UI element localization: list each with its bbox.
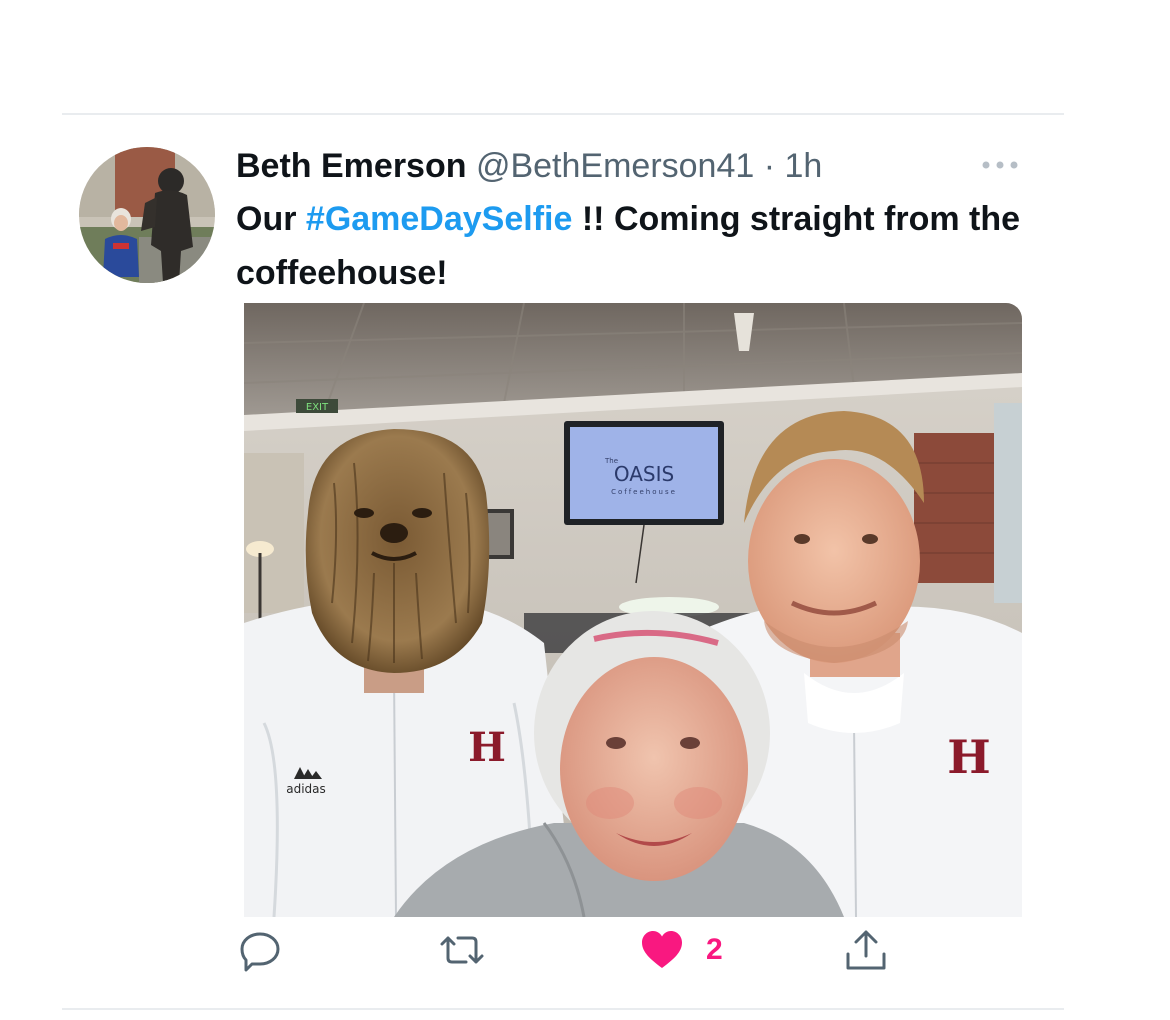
tweet-text-start: Our xyxy=(236,200,306,238)
reply-icon xyxy=(240,932,280,972)
avatar[interactable] xyxy=(79,147,215,283)
top-divider xyxy=(62,113,1064,115)
separator-dot: · xyxy=(763,147,776,185)
timestamp[interactable]: 1h xyxy=(785,147,823,185)
retweet-button[interactable] xyxy=(438,926,486,974)
share-button[interactable] xyxy=(842,926,890,974)
retweet-icon xyxy=(440,936,484,964)
tweet-header: Beth Emerson @BethEmerson41 · 1h xyxy=(236,143,822,189)
left-jacket-brand: adidas xyxy=(286,782,326,796)
more-horizontal-icon xyxy=(982,161,1018,169)
left-jacket-logo: H xyxy=(468,724,506,771)
bottom-divider xyxy=(62,1008,1064,1010)
like-button[interactable]: 2 xyxy=(640,926,723,974)
right-jacket-logo: H xyxy=(947,730,990,784)
author-handle[interactable]: @BethEmerson41 xyxy=(476,147,754,185)
tv-brand-sub: Coffeehouse xyxy=(611,488,677,496)
selfie-photo: EXIT The OASIS Coffeehouse H adidas H xyxy=(244,303,1022,917)
tv-brand: OASIS xyxy=(614,462,674,486)
reply-button[interactable] xyxy=(238,926,282,974)
share-icon xyxy=(846,930,886,970)
tweet-text: Our #GameDaySelfie !! Coming straight fr… xyxy=(236,192,1036,300)
exit-sign-text: EXIT xyxy=(306,402,329,413)
tweet-photo[interactable]: EXIT The OASIS Coffeehouse H adidas H xyxy=(244,303,1022,917)
like-count: 2 xyxy=(706,933,723,966)
more-button[interactable] xyxy=(978,150,1022,180)
author-name[interactable]: Beth Emerson xyxy=(236,147,467,185)
hashtag-link[interactable]: #GameDaySelfie xyxy=(306,200,573,238)
avatar-photo xyxy=(79,147,215,283)
heart-icon xyxy=(642,931,682,968)
